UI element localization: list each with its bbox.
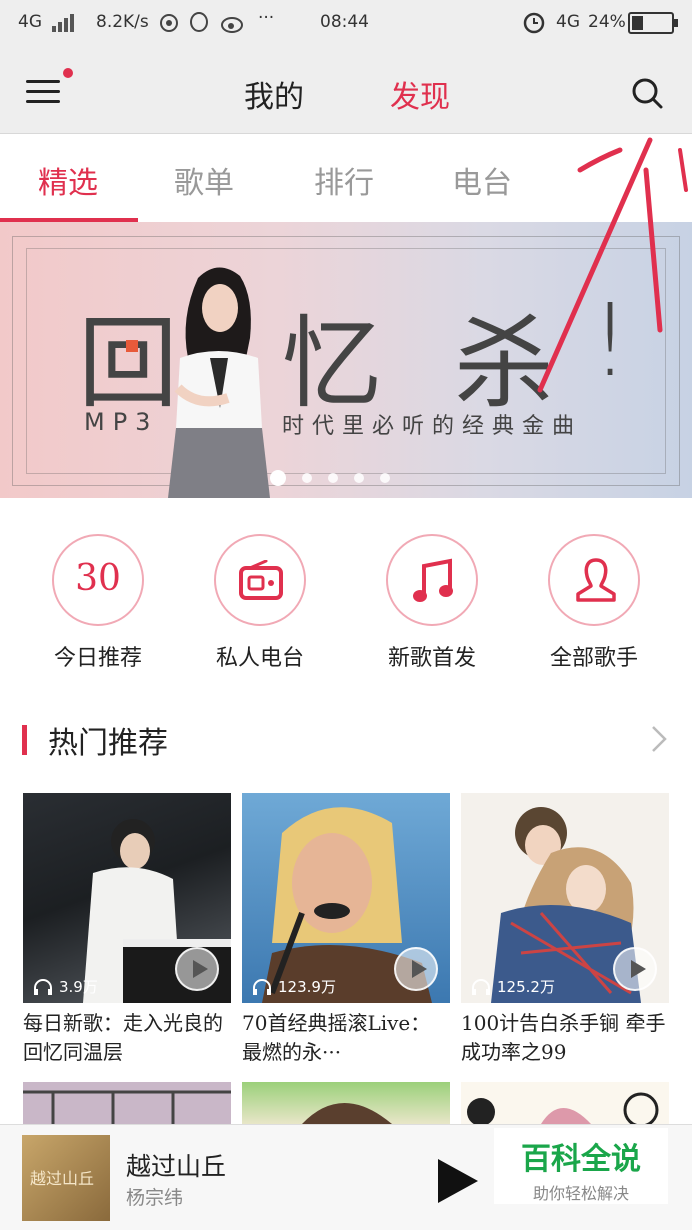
tab-featured[interactable]: 精选 <box>38 158 98 202</box>
banner-accent-square <box>126 340 138 352</box>
calendar-30-icon: 30 <box>52 534 144 626</box>
playlist-card[interactable]: 3.9万 每日新歌：走入光良的回忆同温层 <box>23 793 231 1067</box>
promo-banner[interactable]: 回 忆 杀 ! MP3 时代里必听的经典金曲 <box>0 222 692 498</box>
tab-radio[interactable]: 电台 <box>452 158 512 202</box>
weibo-icon <box>221 17 243 33</box>
play-count: 123.9万 <box>252 976 336 997</box>
clock: 08:44 <box>320 12 369 32</box>
quick-entry-label: 新歌首发 <box>387 646 476 671</box>
net-speed: 8.2K/s <box>96 12 149 32</box>
search-icon[interactable] <box>630 76 664 110</box>
app-notification-icon <box>160 14 178 32</box>
tab-playlists[interactable]: 歌单 <box>174 158 234 202</box>
album-art[interactable]: 越过山丘 <box>22 1135 110 1221</box>
headphones-icon <box>253 978 271 995</box>
banner-headline-3: 杀 <box>454 305 558 422</box>
quick-entry-radio[interactable]: 私人电台 <box>212 534 308 672</box>
playlist-card[interactable]: 123.9万 70首经典摇滚Live：最燃的永··· <box>242 793 450 1067</box>
battery-icon <box>628 12 678 34</box>
banner-model-image <box>168 267 270 498</box>
playlist-cover[interactable]: 125.2万 <box>461 793 669 1003</box>
section-accent-bar <box>22 725 27 755</box>
signal-icon <box>52 14 74 32</box>
playlist-cover-partial[interactable] <box>23 1082 231 1124</box>
battery-percent: 24% <box>588 12 626 32</box>
play-icon[interactable] <box>613 947 657 991</box>
banner-pagination <box>270 470 390 486</box>
quick-entry-label: 私人电台 <box>215 646 304 671</box>
playlist-cover[interactable]: 3.9万 <box>23 793 231 1003</box>
music-note-icon <box>386 534 478 626</box>
headphones-icon <box>472 978 490 995</box>
quick-entry-label: 全部歌手 <box>549 646 638 671</box>
app-header: 我的 发现 <box>0 48 692 134</box>
notification-dot <box>63 68 73 78</box>
section-title: 热门推荐 <box>48 726 168 761</box>
play-button[interactable] <box>438 1159 478 1203</box>
play-count: 125.2万 <box>471 976 555 997</box>
watermark-logo: 百科全说 助你轻松解决 <box>494 1128 668 1204</box>
category-tabs: 精选 歌单 排行 电台 <box>0 134 692 224</box>
quick-entry-label: 今日推荐 <box>53 646 142 671</box>
pagination-dot[interactable] <box>354 473 364 483</box>
tab-discover[interactable]: 发现 <box>390 72 450 116</box>
pagination-dot[interactable] <box>380 473 390 483</box>
chevron-right-icon[interactable] <box>650 724 668 754</box>
more-notifications: ··· <box>258 8 275 28</box>
quick-entry-daily[interactable]: 30 今日推荐 <box>50 534 146 672</box>
playlist-title[interactable]: 100计告白杀手锏 牵手成功率之99 <box>461 1009 669 1067</box>
playlist-title[interactable]: 70首经典摇滚Live：最燃的永··· <box>242 1009 450 1067</box>
menu-icon[interactable] <box>26 78 62 106</box>
play-count: 3.9万 <box>33 976 98 997</box>
person-icon <box>548 534 640 626</box>
quick-entry-artists[interactable]: 全部歌手 <box>546 534 642 672</box>
banner-caption-right: 时代里必听的经典金曲 <box>282 414 583 439</box>
playlist-cover[interactable]: 123.9万 <box>242 793 450 1003</box>
radio-icon <box>214 534 306 626</box>
quick-entry-new-songs[interactable]: 新歌首发 <box>384 534 480 672</box>
play-icon[interactable] <box>394 947 438 991</box>
network-type: 4G <box>18 12 42 32</box>
playlist-cover-partial[interactable] <box>242 1082 450 1124</box>
playlist-cover-partial[interactable] <box>461 1082 669 1124</box>
play-icon[interactable] <box>175 947 219 991</box>
playlist-title[interactable]: 每日新歌：走入光良的回忆同温层 <box>23 1009 231 1067</box>
playlist-card[interactable]: 125.2万 100计告白杀手锏 牵手成功率之99 <box>461 793 669 1067</box>
artist-name: 杨宗纬 <box>126 1187 184 1209</box>
qq-icon <box>190 12 208 32</box>
tab-charts[interactable]: 排行 <box>314 158 374 202</box>
watermark-subtitle: 助你轻松解决 <box>532 1184 629 1203</box>
pagination-dot[interactable] <box>302 473 312 483</box>
headphones-icon <box>34 978 52 995</box>
banner-headline-2: 忆 <box>282 305 386 422</box>
tab-mine[interactable]: 我的 <box>244 72 304 116</box>
song-title: 越过山丘 <box>126 1152 227 1181</box>
watermark-title: 百科全说 <box>521 1142 641 1177</box>
banner-caption-left: MP3 <box>84 408 159 436</box>
pagination-dot-active[interactable] <box>270 470 286 486</box>
status-bar: 4G 8.2K/s ··· 08:44 4G 24% <box>0 0 692 48</box>
pagination-dot[interactable] <box>328 473 338 483</box>
network-type-2: 4G <box>556 12 580 32</box>
banner-headline-4: ! <box>590 282 635 399</box>
alarm-icon <box>523 12 545 34</box>
